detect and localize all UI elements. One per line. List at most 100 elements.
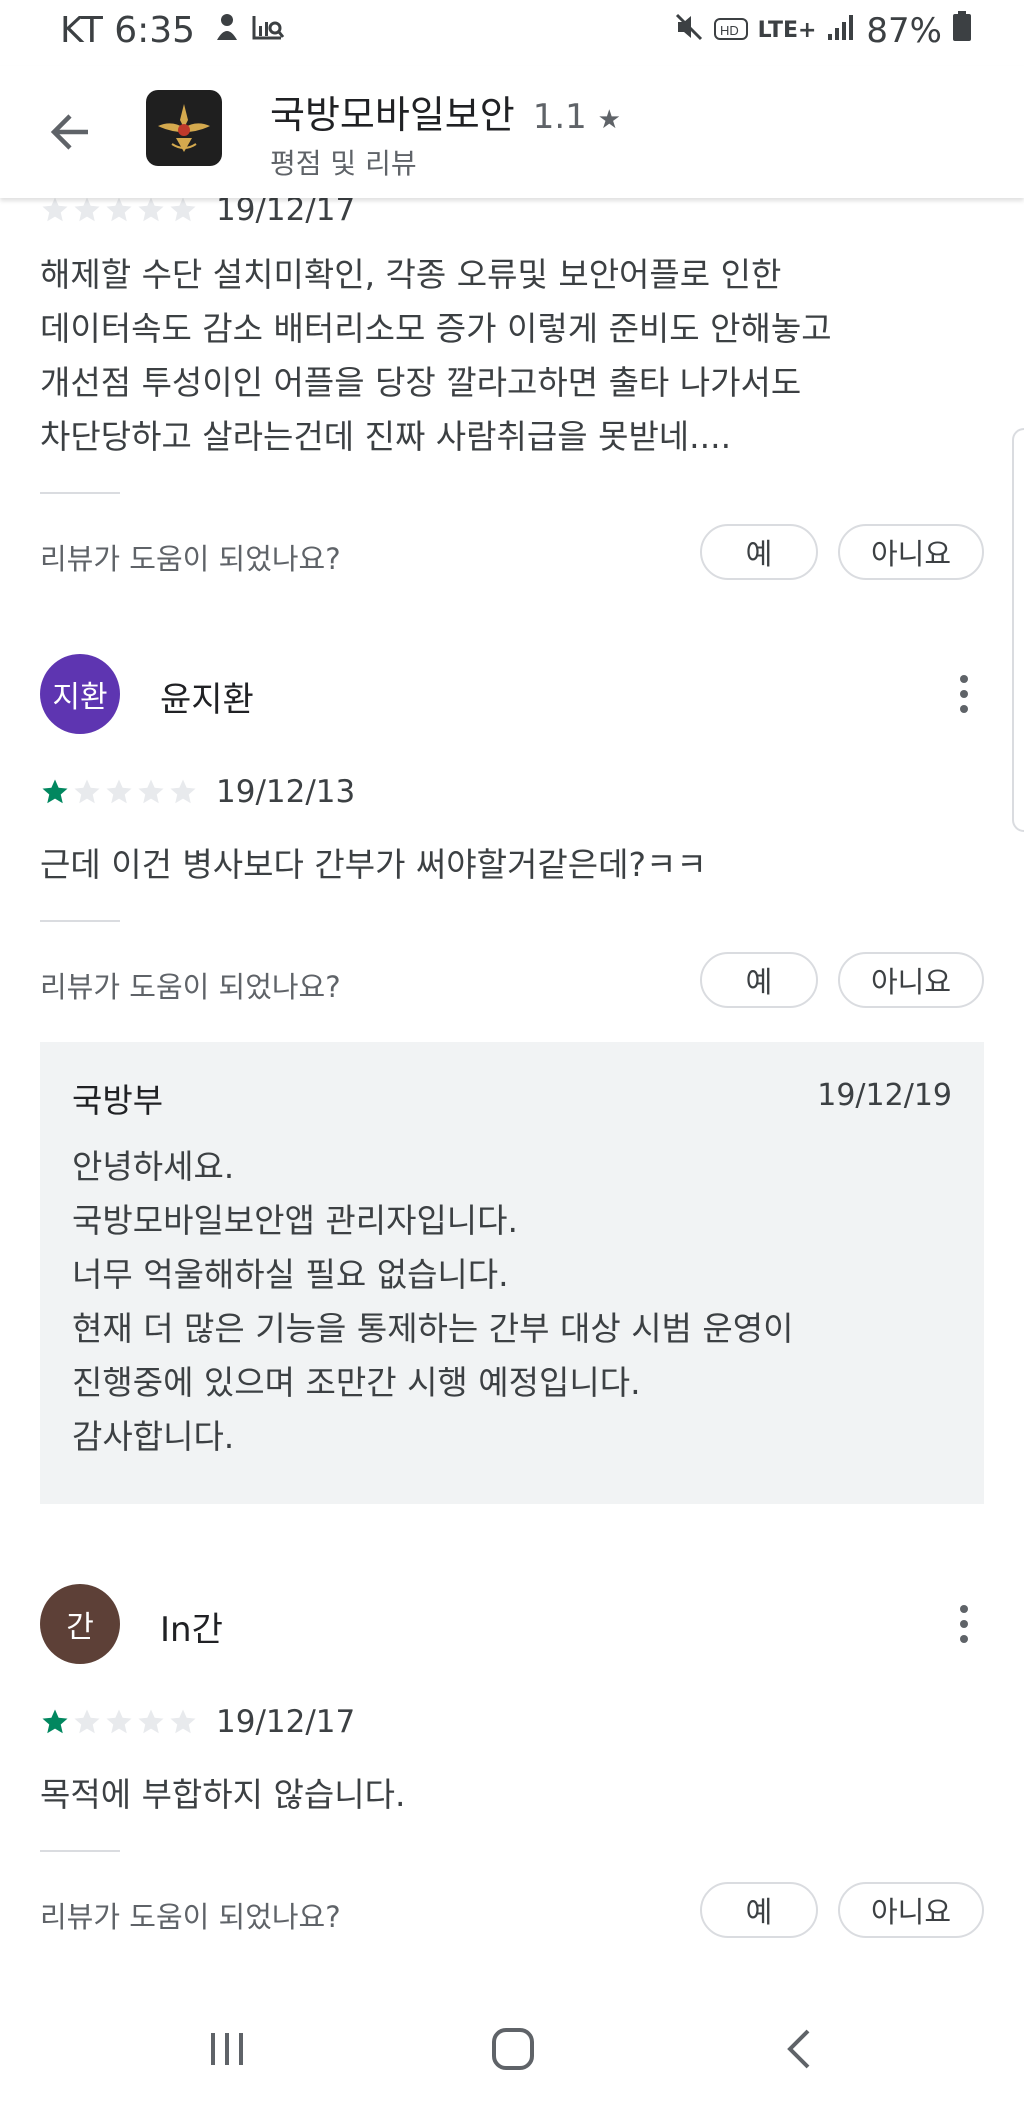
divider — [40, 920, 120, 922]
recent-apps-icon — [211, 2033, 243, 2065]
status-left: KT 6:35 — [60, 10, 285, 51]
reply-line: 너무 억울해하실 필요 없습니다. — [72, 1255, 509, 1294]
app-title-row: 국방모바일보안 1.1 ★ — [270, 84, 621, 139]
more-vert-dot — [960, 1635, 968, 1643]
app-title: 국방모바일보안 — [270, 93, 515, 137]
network-type: LTE+ — [757, 18, 817, 43]
star-empty-icon — [138, 1709, 164, 1734]
helpful-question: 리뷰가 도움이 되었나요? — [40, 970, 341, 1004]
home-icon — [492, 2028, 534, 2070]
avatar: 간 — [40, 1584, 120, 1664]
more-vert-icon — [960, 675, 968, 683]
divider — [40, 1850, 120, 1852]
nav-back-icon — [787, 2029, 810, 2069]
review-rating-row: 19/12/17 — [40, 198, 355, 228]
status-bar: KT 6:35 HD LTE+ 87% — [0, 0, 1024, 66]
star-empty-icon — [74, 1709, 100, 1734]
hd-icon: HD — [713, 11, 748, 51]
reply-text: 안녕하세요. 국방모바일보안앱 관리자입니다. 너무 억울해하실 필요 없습니다… — [72, 1140, 952, 1464]
divider — [40, 492, 120, 494]
helpful-row: 리뷰가 도움이 되었나요? 예 아니요 — [40, 1882, 984, 1942]
star-empty-icon — [42, 198, 68, 222]
helpful-question: 리뷰가 도움이 되었나요? — [40, 542, 341, 576]
reply-line: 현재 더 많은 기능을 통제하는 간부 대상 시범 운영이 — [72, 1309, 794, 1348]
more-options-button[interactable] — [944, 1594, 984, 1654]
star-empty-icon — [170, 779, 196, 804]
status-right: HD LTE+ 87% — [674, 10, 972, 51]
avatar: 지환 — [40, 654, 120, 734]
back-button[interactable] — [40, 102, 100, 162]
review-author: In간 — [160, 1610, 223, 1650]
more-options-button[interactable] — [944, 664, 984, 724]
app-rating-value: 1.1 — [532, 97, 587, 137]
app-rating: 1.1 ★ — [533, 97, 621, 137]
star-empty-icon — [74, 779, 100, 804]
star-filled-icon — [42, 1709, 68, 1734]
developer-reply: 국방부 19/12/19 안녕하세요. 국방모바일보안앱 관리자입니다. 너무 … — [40, 1042, 984, 1504]
review-text: 해제할 수단 설치미확인, 각종 오류및 보안어플로 인한 데이터속도 감소 배… — [40, 248, 984, 464]
back-arrow-icon — [50, 114, 88, 150]
app-icon — [146, 90, 222, 166]
nav-back-button[interactable] — [760, 2014, 840, 2084]
app-header: 국방모바일보안 1.1 ★ 평점 및 리뷰 — [0, 66, 1024, 198]
star-empty-icon — [170, 198, 196, 222]
notification-icon — [213, 10, 241, 51]
review-date: 19/12/17 — [216, 1704, 356, 1740]
system-nav-bar — [0, 1990, 1024, 2104]
helpful-row: 리뷰가 도움이 되었나요? 예 아니요 — [40, 524, 984, 584]
review-text-line: 데이터속도 감소 배터리소모 증가 이렇게 준비도 안해놓고 — [40, 309, 832, 348]
star-rating — [40, 777, 198, 807]
review-rating-row: 19/12/17 — [40, 1704, 355, 1740]
helpful-yes-button[interactable]: 예 — [700, 524, 818, 580]
app-subtitle: 평점 및 리뷰 — [270, 147, 417, 180]
fast-scroll-handle[interactable] — [1012, 428, 1024, 832]
review-text: 목적에 부합하지 않습니다. — [40, 1775, 406, 1814]
reply-line: 안녕하세요. — [72, 1147, 235, 1186]
star-empty-icon — [138, 198, 164, 222]
helpful-no-button[interactable]: 아니요 — [838, 524, 984, 580]
carrier-time: KT 6:35 — [60, 10, 196, 51]
reply-date: 19/12/19 — [817, 1078, 952, 1113]
star-empty-icon — [106, 779, 132, 804]
review-text: 근데 이건 병사보다 간부가 써야할거같은데?ㅋㅋ — [40, 845, 707, 884]
helpful-yes-button[interactable]: 예 — [700, 1882, 818, 1938]
more-vert-dot — [960, 1620, 968, 1628]
star-empty-icon — [170, 1709, 196, 1734]
battery-percent: 87% — [866, 10, 942, 51]
review-date: 19/12/17 — [216, 198, 356, 228]
review-text-line: 개선점 투성이인 어플을 당장 깔라고하면 출타 나가서도 — [40, 363, 802, 402]
star-rating — [40, 198, 198, 225]
review-date: 19/12/13 — [216, 774, 356, 810]
image-search-icon — [251, 10, 285, 51]
battery-icon — [952, 10, 972, 51]
reviews-list[interactable]: 19/12/17 해제할 수단 설치미확인, 각종 오류및 보안어플로 인한 데… — [0, 198, 1024, 1988]
star-empty-icon — [106, 198, 132, 222]
helpful-no-button[interactable]: 아니요 — [838, 952, 984, 1008]
more-vert-dot — [960, 690, 968, 698]
star-icon: ★ — [597, 105, 621, 135]
more-vert-icon — [960, 1605, 968, 1613]
review-text-line: 차단당하고 살라는건데 진짜 사람취급을 못받네.... — [40, 417, 732, 456]
star-filled-icon — [42, 779, 68, 804]
recent-apps-button[interactable] — [187, 2014, 267, 2084]
review-rating-row: 19/12/13 — [40, 774, 355, 810]
helpful-yes-button[interactable]: 예 — [700, 952, 818, 1008]
star-empty-icon — [106, 1709, 132, 1734]
reply-line: 진행중에 있으며 조만간 시행 예정입니다. — [72, 1363, 641, 1402]
star-empty-icon — [138, 779, 164, 804]
app-logo-icon — [158, 104, 210, 152]
reply-line: 감사합니다. — [72, 1417, 235, 1456]
signal-icon — [826, 11, 856, 51]
star-rating — [40, 1707, 198, 1737]
more-vert-dot — [960, 705, 968, 713]
review-author: 윤지환 — [160, 680, 254, 720]
home-button[interactable] — [473, 2014, 553, 2084]
helpful-no-button[interactable]: 아니요 — [838, 1882, 984, 1938]
helpful-row: 리뷰가 도움이 되었나요? 예 아니요 — [40, 952, 984, 1012]
helpful-question: 리뷰가 도움이 되었나요? — [40, 1900, 341, 1934]
mute-icon — [674, 11, 704, 51]
reply-line: 국방모바일보안앱 관리자입니다. — [72, 1201, 519, 1240]
star-empty-icon — [74, 198, 100, 222]
svg-text:HD: HD — [720, 23, 739, 38]
review-text-line: 해제할 수단 설치미확인, 각종 오류및 보안어플로 인한 — [40, 255, 782, 294]
